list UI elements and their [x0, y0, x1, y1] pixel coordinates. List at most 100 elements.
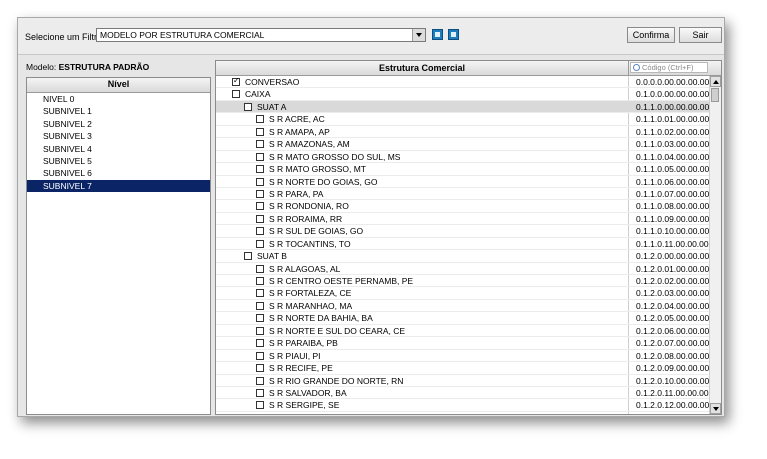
- structure-header: Estrutura Comercial Código (Ctrl+F): [216, 61, 721, 76]
- vertical-scrollbar[interactable]: [709, 76, 721, 414]
- row-code: 0.1.1.0.02.00.00.00: [636, 126, 710, 137]
- row-checkbox[interactable]: [256, 314, 264, 323]
- structure-column-header: Estrutura Comercial: [216, 61, 629, 75]
- row-checkbox[interactable]: [256, 264, 264, 273]
- model-line: Modelo: ESTRUTURA PADRÃO: [26, 60, 211, 74]
- tree-row[interactable]: S R NORTE E SUL DO CEARA, CE 0.1.2.0.06.0…: [216, 325, 709, 338]
- row-label: SUAT B: [257, 251, 287, 262]
- level-item[interactable]: SUBNIVEL 3: [27, 130, 210, 142]
- row-checkbox[interactable]: [256, 364, 264, 373]
- new-filter-icon[interactable]: [432, 29, 443, 40]
- row-checkbox[interactable]: [256, 239, 264, 248]
- tree-row[interactable]: SUAT B 0.1.2.0.00.00.00.00: [216, 250, 709, 263]
- row-label: S R NORTE DO GOIAS, GO: [269, 176, 378, 187]
- row-checkbox[interactable]: [256, 165, 264, 174]
- row-code: 0.1.2.0.08.00.00.00: [636, 350, 710, 361]
- tree-row[interactable]: S R AMAZONAS, AM 0.1.1.0.03.00.00.00: [216, 138, 709, 151]
- tree-row[interactable]: S R NORTE DA BAHIA, BA 0.1.2.0.05.00.00.0…: [216, 312, 710, 325]
- delete-filter-icon[interactable]: [448, 29, 459, 40]
- level-item[interactable]: SUBNIVEL 4: [27, 143, 210, 155]
- row-checkbox[interactable]: [256, 214, 264, 223]
- tree-row[interactable]: CAIXA 0.1.0.0.00.00.00.00: [216, 88, 709, 101]
- level-header: Nível: [27, 78, 210, 93]
- tree-row[interactable]: S R NORTE DO GOIAS, GO 0.1.1.0.06.00.00.0…: [216, 176, 709, 188]
- row-code: 0.1.2.0.03.00.00.00: [636, 288, 710, 299]
- row-checkbox[interactable]: [256, 202, 264, 211]
- scroll-up-icon[interactable]: [710, 76, 721, 87]
- tree-row[interactable]: S R CENTRO OESTE PERNAMB, PE 0.1.2.0.02.0…: [216, 275, 709, 288]
- row-checkbox[interactable]: [256, 339, 264, 348]
- tree-row[interactable]: S R RECIFE, PE 0.1.2.0.09.00.00.00: [216, 362, 709, 375]
- row-checkbox[interactable]: [256, 301, 264, 310]
- tree-row[interactable]: S R SERGIPE, SE 0.1.2.0.12.00.00.00: [216, 399, 710, 412]
- scroll-down-icon[interactable]: [710, 403, 721, 414]
- row-code: 0.1.2.0.01.00.00.00: [636, 263, 710, 274]
- row-checkbox[interactable]: [256, 152, 264, 161]
- tree-row[interactable]: S R SUL DE GOIAS, GO 0.1.1.0.10.00.00.00: [216, 225, 709, 238]
- row-label: SUAT A: [257, 101, 287, 112]
- tree-row[interactable]: CONVERSAO 0.0.0.0.00.00.00.00: [216, 76, 710, 89]
- tree-row[interactable]: SUAT A 0.1.1.0.00.00.00.00: [216, 100, 709, 114]
- tree-row[interactable]: S R RONDONIA, RO 0.1.1.0.08.00.00.00: [216, 200, 709, 213]
- tree-row[interactable]: S R ALAGOAS, AL 0.1.2.0.01.00.00.00: [216, 263, 709, 275]
- row-label: S R CENTRO OESTE PERNAMB, PE: [269, 276, 414, 286]
- structure-filter-window: Selecione um Filtro: MODELO POR ESTRUTUR…: [17, 17, 725, 417]
- level-item[interactable]: NIVEL 0: [27, 93, 210, 105]
- tree-row[interactable]: S R SALVADOR, BA 0.1.2.0.11.00.00.00: [216, 387, 709, 400]
- row-label: S R NORTE DA BAHIA, BA: [269, 313, 373, 324]
- filter-select[interactable]: MODELO POR ESTRUTURA COMERCIAL: [96, 28, 426, 42]
- level-item[interactable]: SUBNIVEL 1: [27, 105, 210, 117]
- row-code: 0.1.2.0.11.00.00.00: [636, 387, 709, 398]
- level-item[interactable]: SUBNIVEL 5: [27, 155, 210, 167]
- tree-row[interactable]: S R PIAUI, PI 0.1.2.0.08.00.00.00: [216, 350, 710, 363]
- row-label: S R SALVADOR, BA: [269, 387, 347, 398]
- row-label: CONVERSAO: [245, 77, 300, 87]
- row-label: S R PARAIBA, PB: [269, 338, 338, 349]
- row-code: 0.0.0.0.00.00.00.00: [636, 77, 710, 87]
- tree-row[interactable]: S R RIO GRANDE DO NORTE, RN 0.1.2.0.10.00…: [216, 375, 709, 387]
- tree-row[interactable]: S R PARAIBA, PB 0.1.2.0.07.00.00.00: [216, 337, 709, 350]
- row-checkbox[interactable]: [256, 127, 264, 136]
- row-label: S R SUL DE GOIAS, GO: [269, 226, 364, 237]
- row-checkbox[interactable]: [256, 277, 264, 285]
- row-checkbox[interactable]: [256, 326, 264, 335]
- scroll-thumb[interactable]: [711, 88, 719, 102]
- row-checkbox[interactable]: [256, 227, 264, 236]
- row-label: S R MARANHAO, MA: [269, 300, 353, 311]
- tree-row[interactable]: S R FORTALEZA, CE 0.1.2.0.03.00.00.00: [216, 287, 710, 300]
- search-icon: [633, 64, 640, 71]
- row-checkbox[interactable]: [256, 388, 264, 397]
- level-item[interactable]: SUBNIVEL 7: [27, 179, 210, 193]
- row-checkbox[interactable]: [256, 177, 264, 186]
- row-checkbox[interactable]: [232, 76, 240, 86]
- row-checkbox[interactable]: [256, 401, 264, 410]
- row-checkbox[interactable]: [256, 140, 264, 149]
- row-checkbox[interactable]: [256, 115, 264, 124]
- row-checkbox[interactable]: [256, 351, 264, 360]
- tree-row[interactable]: S R RORAIMA, RR 0.1.1.0.09.00.00.00: [216, 213, 709, 226]
- row-code: 0.1.2.0.05.00.00.00: [636, 313, 710, 324]
- row-checkbox[interactable]: [256, 376, 264, 385]
- row-checkbox[interactable]: [256, 189, 264, 198]
- tree-row[interactable]: S R MATO GROSSO DO SUL, MS 0.1.1.0.04.00.…: [216, 151, 710, 164]
- tree-row[interactable]: S R MATO GROSSO, MT 0.1.1.0.05.00.00.00: [216, 163, 709, 176]
- code-search-input[interactable]: Código (Ctrl+F): [630, 62, 708, 73]
- row-code: 0.1.2.0.12.00.00.00: [636, 400, 710, 411]
- row-label: S R TOCANTINS, TO: [269, 238, 351, 249]
- row-checkbox[interactable]: [244, 252, 252, 261]
- tree-row[interactable]: S R AMAPA, AP 0.1.1.0.02.00.00.00: [216, 126, 710, 139]
- level-item[interactable]: SUBNIVEL 2: [27, 118, 210, 130]
- row-checkbox[interactable]: [232, 90, 240, 99]
- exit-button[interactable]: Sair: [679, 27, 722, 43]
- tree-row[interactable]: S R TOCANTINS, TO 0.1.1.0.11.00.00.00: [216, 238, 709, 251]
- chevron-down-icon[interactable]: [412, 29, 425, 41]
- row-code: 0.1.1.0.04.00.00.00: [636, 151, 710, 162]
- row-checkbox[interactable]: [244, 102, 252, 111]
- confirm-button[interactable]: Confirma: [627, 27, 675, 43]
- tree-row[interactable]: S R ACRE, AC 0.1.1.0.01.00.00.00: [216, 113, 709, 126]
- tree-row[interactable]: S R MARANHAO, MA 0.1.2.0.04.00.00.00: [216, 300, 710, 313]
- tree-row[interactable]: S R PARA, PA 0.1.1.0.07.00.00.00: [216, 188, 709, 201]
- row-checkbox[interactable]: [256, 289, 264, 298]
- level-item[interactable]: SUBNIVEL 6: [27, 167, 210, 179]
- row-code: 0.1.2.0.04.00.00.00: [636, 300, 710, 311]
